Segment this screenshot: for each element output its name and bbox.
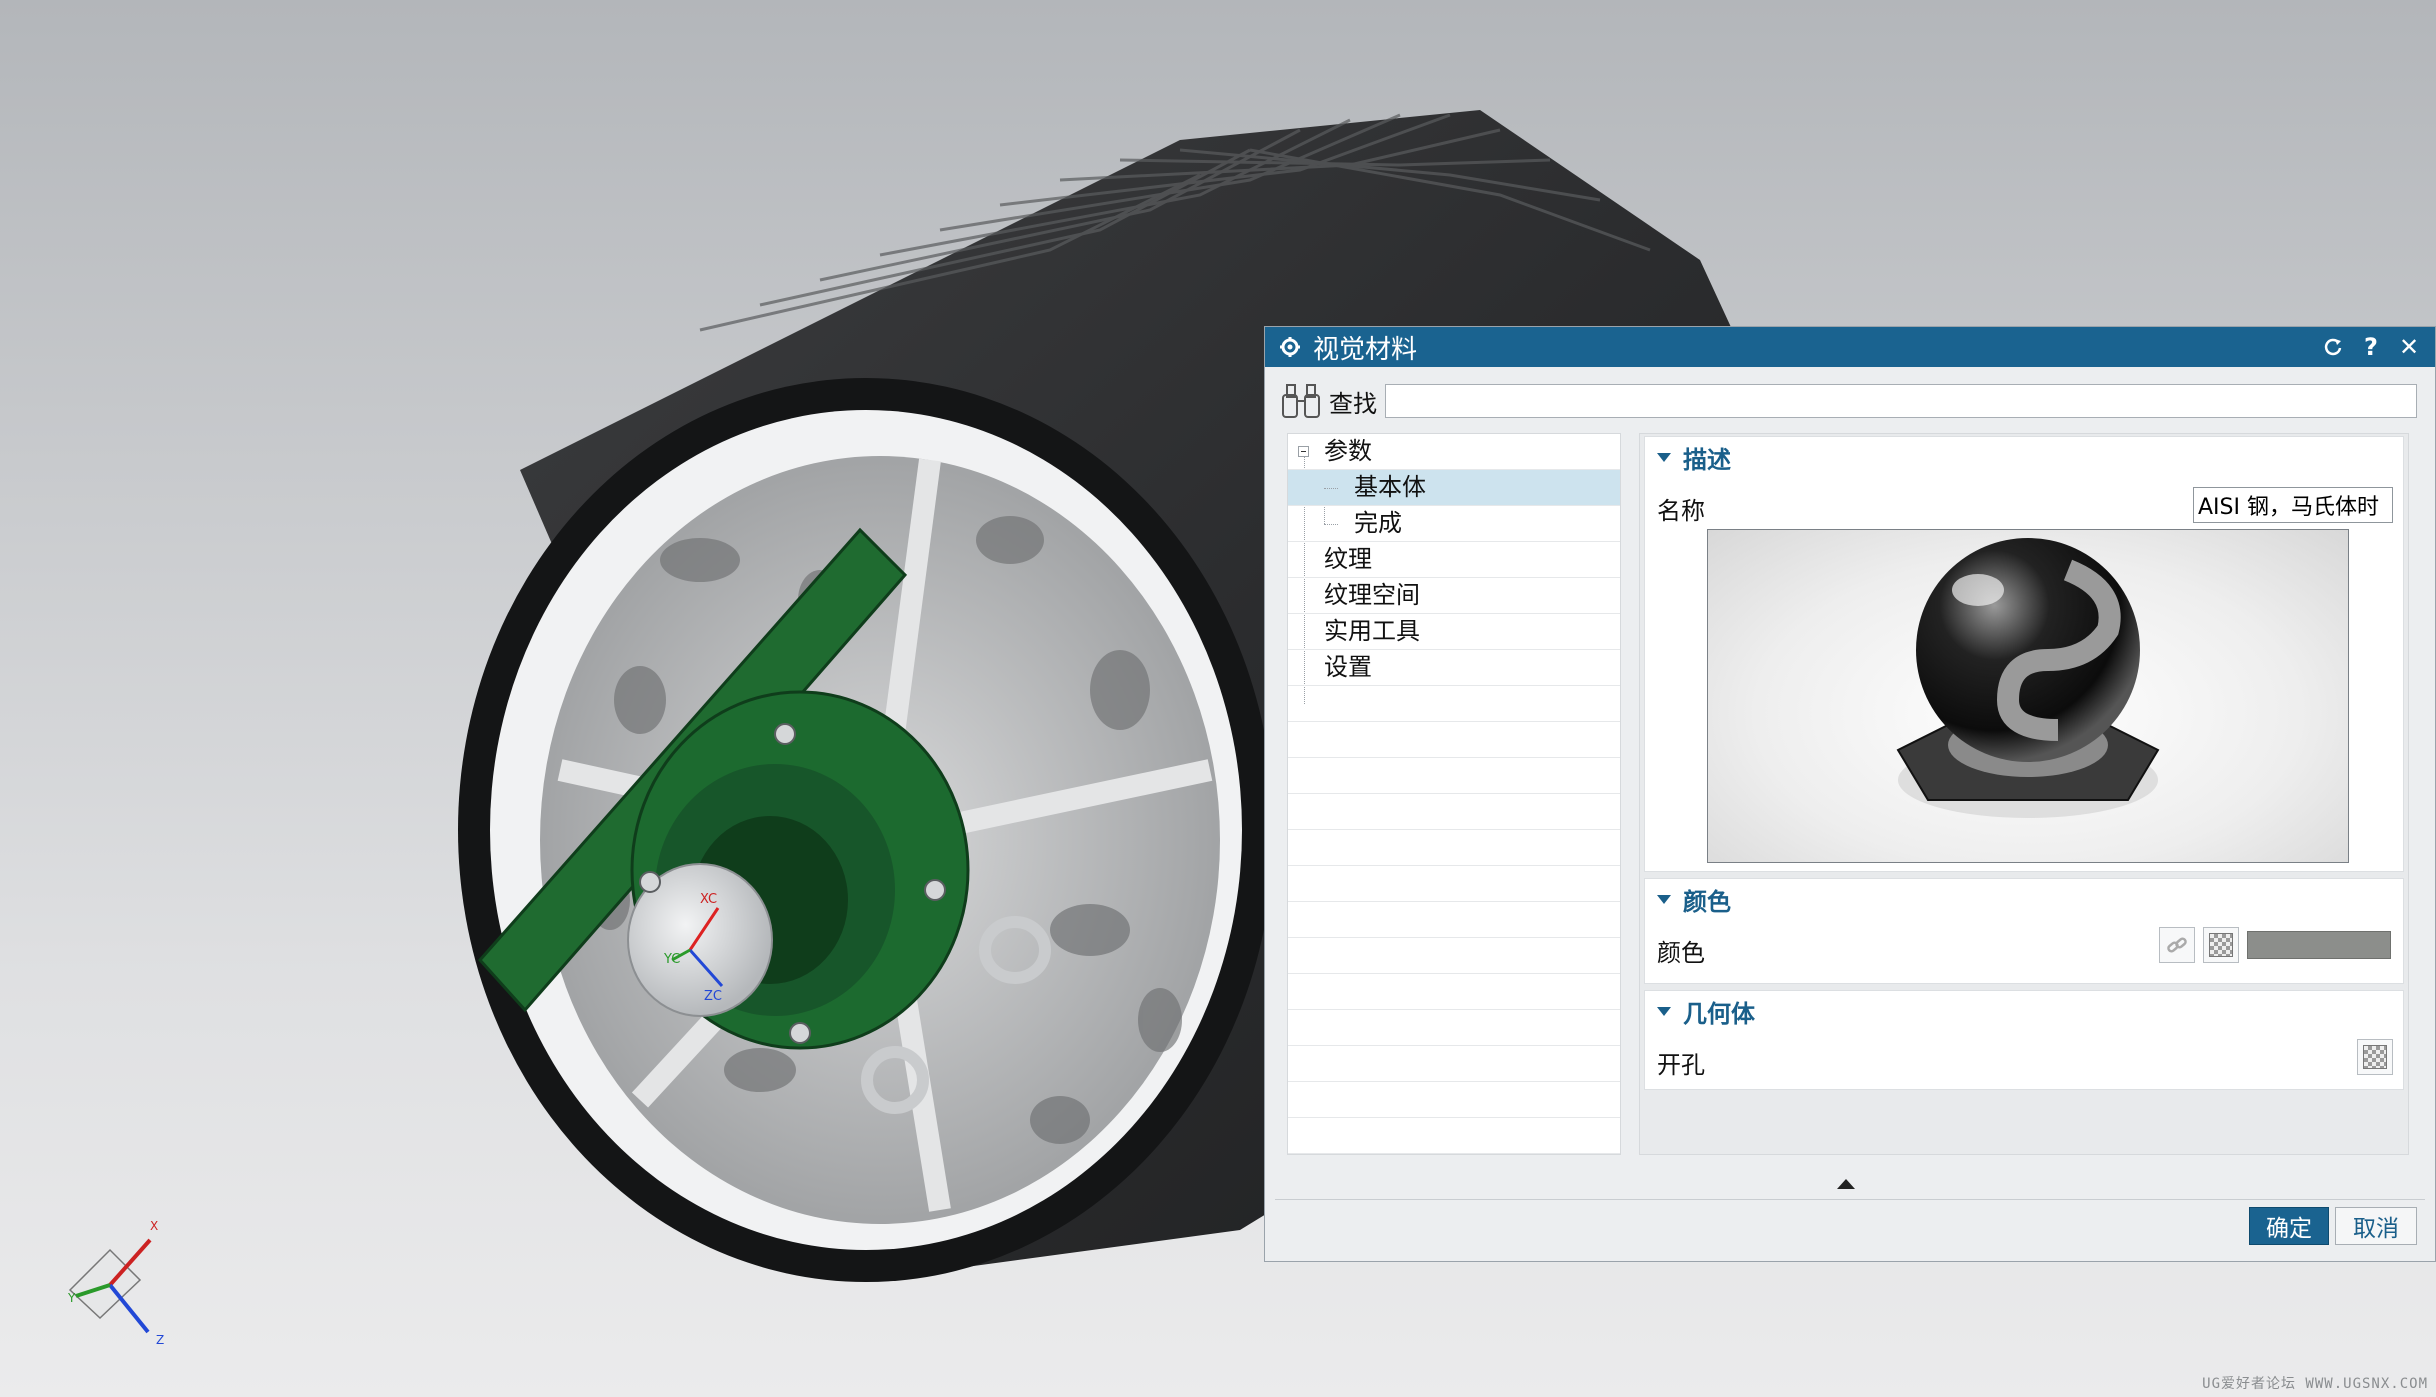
empty-row (1288, 1082, 1620, 1118)
tree-item-base[interactable]: 基本体 (1288, 470, 1620, 506)
dialog-title: 视觉材料 (1313, 334, 1418, 365)
tree-item-texture[interactable]: 纹理 (1288, 542, 1620, 578)
axis-y-label: Y (67, 1291, 76, 1305)
color-texture-button[interactable] (2203, 927, 2239, 963)
name-field[interactable] (2193, 487, 2393, 523)
tree-item-label: 完成 (1354, 509, 1402, 537)
preview-sphere-image (1896, 538, 2160, 818)
hole-label: 开孔 (1657, 1051, 1705, 1079)
empty-row (1288, 758, 1620, 794)
expand-triangle-icon (1657, 1006, 1671, 1016)
find-row: 查找 (1279, 379, 2417, 423)
checker-icon (2209, 933, 2233, 957)
empty-row (1288, 1046, 1620, 1082)
name-label: 名称 (1657, 497, 1705, 525)
empty-row (1288, 866, 1620, 902)
binoculars-icon (1282, 384, 1320, 418)
description-header[interactable]: 描述 (1645, 437, 2403, 477)
geometry-section: 几何体 开孔 (1644, 990, 2404, 1090)
find-input[interactable] (1385, 384, 2417, 418)
description-section: 描述 名称 (1644, 436, 2404, 872)
properties-panel: 描述 名称 AISI 钢，马氏体时 颜色 颜色 几何体 开孔 (1639, 433, 2409, 1155)
expand-triangle-icon (1657, 894, 1671, 904)
material-preview (1707, 529, 2349, 863)
tree-item-finish[interactable]: 完成 (1288, 506, 1620, 542)
tree-item-label: 纹理 (1324, 545, 1372, 573)
description-header-label: 描述 (1683, 445, 1731, 474)
cancel-button[interactable]: 取消 (2335, 1207, 2417, 1245)
zc-label: ZC (704, 989, 722, 1004)
tree-item-label: 参数 (1324, 437, 1372, 465)
footer-divider (1275, 1199, 2425, 1200)
help-icon[interactable]: ? (2357, 333, 2385, 361)
empty-row (1288, 794, 1620, 830)
tree-item-settings[interactable]: 设置 (1288, 650, 1620, 686)
empty-row (1288, 686, 1620, 722)
xc-label: XC (700, 892, 717, 907)
material-tree[interactable]: 参数 基本体 完成 纹理 纹理空间 实用工具 设置 (1287, 433, 1621, 1155)
axis-x-label: X (150, 1219, 158, 1233)
hole-texture-button[interactable] (2357, 1039, 2393, 1075)
empty-row (1288, 1010, 1620, 1046)
tree-item-label: 基本体 (1354, 473, 1426, 501)
color-header[interactable]: 颜色 (1645, 879, 2403, 919)
tree-item-label: 实用工具 (1324, 617, 1420, 645)
empty-row (1288, 1118, 1620, 1154)
color-header-label: 颜色 (1683, 887, 1731, 916)
color-section: 颜色 颜色 (1644, 878, 2404, 984)
link-icon[interactable] (2159, 927, 2195, 963)
empty-row (1288, 974, 1620, 1010)
tree-item-label: 纹理空间 (1324, 581, 1420, 609)
tree-item-label: 设置 (1324, 653, 1372, 681)
tree-branch-line (1324, 524, 1338, 525)
find-label: 查找 (1329, 389, 1377, 418)
tree-item-texture-space[interactable]: 纹理空间 (1288, 578, 1620, 614)
axis-z-label: Z (156, 1333, 164, 1347)
geometry-header-label: 几何体 (1683, 999, 1755, 1028)
visual-material-dialog: 视觉材料 ? ✕ 查找 参数 基本体 完成 纹理 纹理空间 实用工具 设置 描述… (1264, 326, 2436, 1262)
empty-row (1288, 722, 1620, 758)
empty-row (1288, 830, 1620, 866)
ok-button[interactable]: 确定 (2249, 1207, 2329, 1245)
color-label: 颜色 (1657, 939, 1705, 967)
expand-triangle-icon (1657, 452, 1671, 462)
watermark: UG爱好者论坛 WWW.UGSNX.COM (2202, 1376, 2428, 1392)
collapse-icon[interactable] (1298, 446, 1309, 457)
color-swatch[interactable] (2247, 931, 2391, 959)
checker-icon (2363, 1045, 2387, 1069)
gear-icon (1280, 337, 1300, 357)
geometry-header[interactable]: 几何体 (1645, 991, 2403, 1031)
tree-item-utilities[interactable]: 实用工具 (1288, 614, 1620, 650)
empty-row (1288, 902, 1620, 938)
yc-label: YC (663, 952, 680, 967)
empty-row (1288, 938, 1620, 974)
collapse-arrow-icon[interactable] (1837, 1179, 1855, 1189)
tree-item-params[interactable]: 参数 (1288, 434, 1620, 470)
dialog-titlebar[interactable]: 视觉材料 ? ✕ (1265, 327, 2435, 367)
close-icon[interactable]: ✕ (2395, 333, 2423, 361)
tree-branch-line (1324, 488, 1338, 489)
reset-icon[interactable] (2319, 333, 2347, 361)
view-triad (68, 1238, 152, 1334)
